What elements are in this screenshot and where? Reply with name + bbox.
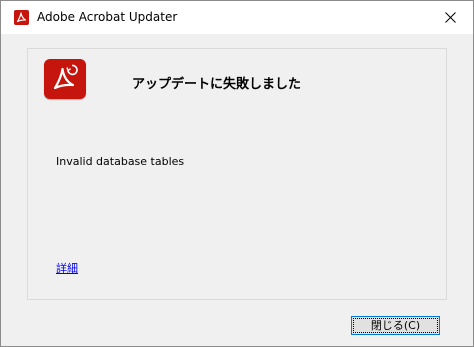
close-icon xyxy=(445,12,456,23)
window-close-button[interactable] xyxy=(428,1,473,34)
error-message: Invalid database tables xyxy=(56,155,185,168)
acrobat-icon xyxy=(14,10,29,25)
window-title: Adobe Acrobat Updater xyxy=(37,10,178,24)
close-dialog-button[interactable]: 閉じる(C) xyxy=(351,316,440,335)
dialog-heading: アップデートに失敗しました xyxy=(132,77,302,92)
updater-window: Adobe Acrobat Updater アップデートに失敗しました Inva… xyxy=(0,0,474,347)
details-link[interactable]: 詳細 xyxy=(56,260,78,276)
close-dialog-button-label: 閉じる(C) xyxy=(370,319,421,332)
acrobat-update-icon xyxy=(44,59,86,99)
message-panel: アップデートに失敗しました Invalid database tables 詳細 xyxy=(27,48,447,300)
title-bar[interactable]: Adobe Acrobat Updater xyxy=(1,1,473,34)
